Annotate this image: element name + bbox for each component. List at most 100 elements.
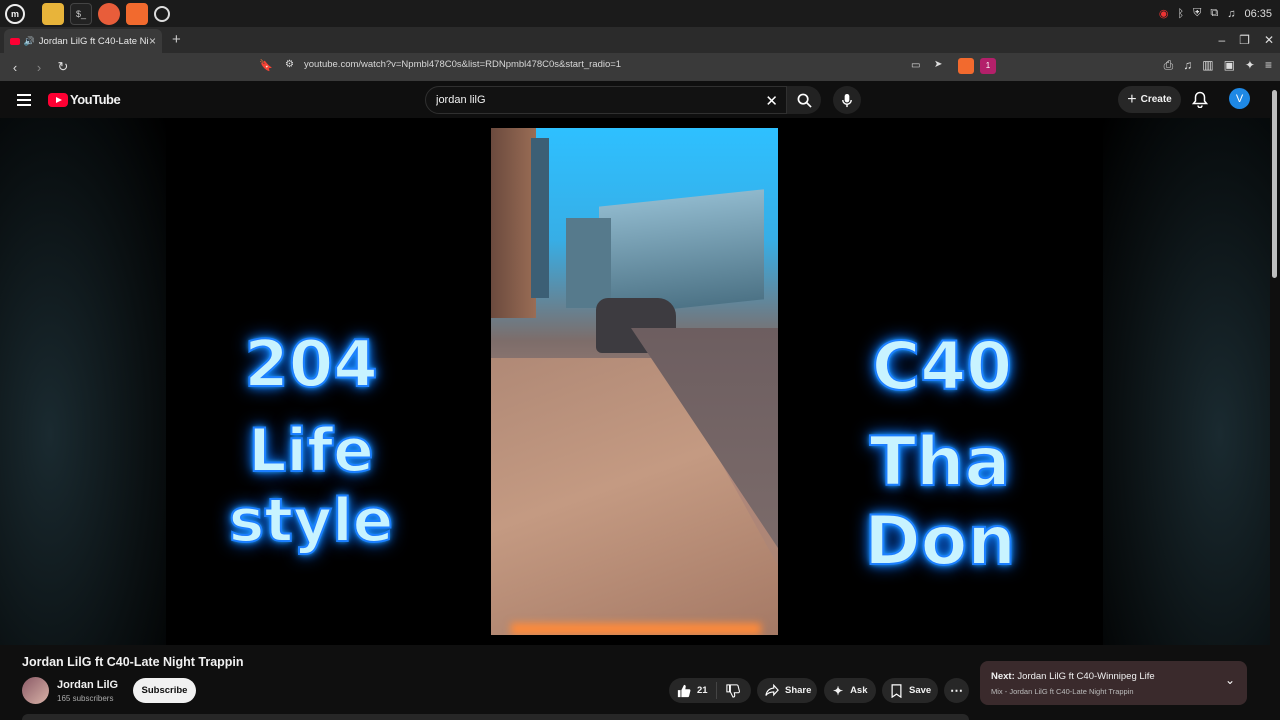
brave-shields-icon[interactable]: [958, 58, 974, 74]
dislike-button[interactable]: [717, 683, 740, 698]
brave-browser-icon[interactable]: [126, 2, 148, 25]
ask-button[interactable]: ✦ Ask: [824, 678, 876, 703]
building-tower: [531, 138, 549, 298]
search-button[interactable]: [787, 86, 821, 114]
thumbs-up-icon: [677, 684, 691, 697]
firefox-icon[interactable]: [98, 2, 120, 25]
terminal-icon[interactable]: $_: [70, 2, 92, 25]
rewards-icon[interactable]: 1: [980, 58, 996, 74]
thumbs-down-icon: [726, 683, 740, 698]
youtube-play-icon: [48, 92, 68, 107]
like-button[interactable]: 21: [669, 682, 717, 699]
share-icon: [765, 684, 779, 697]
next-prefix: Next:: [991, 671, 1015, 682]
next-mix-subtitle: Mix - Jordan LilG ft C40-Late Night Trap…: [991, 687, 1134, 696]
mint-menu-icon[interactable]: m: [5, 3, 25, 24]
overlay-left-line2: Life style: [228, 415, 395, 557]
clear-search-icon[interactable]: ✕: [765, 92, 778, 110]
back-icon[interactable]: ‹: [6, 58, 24, 76]
address-bar: ‹ › ↻ 🔖 ⚙ youtube.com/watch?v=Npmbl478C0…: [0, 53, 1280, 81]
forward-icon[interactable]: ›: [30, 58, 48, 76]
player-blur-right: [1103, 118, 1270, 645]
search-input[interactable]: [434, 93, 754, 107]
save-icon: [891, 683, 902, 698]
os-taskbar: m $_ ◉ ᛒ ⛨ ⧉ ♫ 06:35: [0, 0, 1280, 27]
microphone-icon: [842, 93, 852, 107]
site-info-icon[interactable]: ⚙: [285, 59, 294, 70]
speaker-icon[interactable]: 🔊: [24, 36, 35, 47]
network-icon[interactable]: ⧉: [1210, 7, 1218, 20]
video-frame[interactable]: [491, 128, 778, 635]
plus-icon: +: [1127, 90, 1137, 108]
volume-icon[interactable]: ♫: [1227, 8, 1235, 20]
minimize-icon[interactable]: –: [1218, 33, 1225, 47]
search-icon: [797, 93, 812, 108]
description-bar[interactable]: [22, 714, 969, 720]
subscriber-count: 165 subscribers: [57, 694, 114, 703]
create-button[interactable]: + Create: [1118, 86, 1181, 113]
channel-avatar[interactable]: [22, 677, 49, 704]
share-button[interactable]: Share: [757, 678, 817, 703]
extension-badge: 1: [985, 61, 991, 70]
browser-toolbar-right: ⎙ ♫ ▥ ▣ ✦ ≡: [1164, 58, 1272, 73]
overlay-right-line1: C40: [871, 327, 1013, 406]
wallet-icon[interactable]: ▣: [1224, 58, 1235, 73]
files-folder-icon[interactable]: [42, 2, 64, 25]
close-tab-icon[interactable]: ×: [149, 34, 156, 48]
save-label: Save: [909, 685, 932, 696]
search-box: ✕: [425, 86, 787, 114]
tab-title: Jordan LilG ft C40-Late Nig: [38, 35, 149, 47]
like-count: 21: [697, 685, 708, 696]
notifications-button[interactable]: [1191, 91, 1209, 113]
more-actions-button[interactable]: ⋯: [944, 678, 969, 703]
youtube-logo[interactable]: YouTube: [48, 92, 121, 107]
window-controls: – ❐ ✕: [1218, 29, 1274, 51]
restore-icon[interactable]: ❐: [1239, 33, 1250, 47]
page-scrollbar[interactable]: [1272, 90, 1277, 278]
share-label: Share: [785, 685, 812, 696]
menu-icon[interactable]: ≡: [1265, 58, 1272, 73]
music-icon[interactable]: ♫: [1183, 58, 1192, 73]
bookmark-icon[interactable]: 🔖: [259, 59, 273, 72]
overlay-right-line2: Tha Don: [863, 422, 1017, 582]
overlay-left-line1: 204: [243, 327, 379, 403]
subscribe-button[interactable]: Subscribe: [133, 678, 196, 703]
system-tray: ◉ ᛒ ⛨ ⧉ ♫ 06:35: [1159, 0, 1272, 27]
next-title-text: Jordan LilG ft C40-Winnipeg Life: [1017, 671, 1155, 682]
youtube-logo-text: YouTube: [70, 92, 121, 107]
youtube-header: YouTube ✕ + Create V: [0, 81, 1280, 118]
send-icon[interactable]: ➤: [934, 59, 942, 70]
close-window-icon[interactable]: ✕: [1264, 33, 1274, 47]
leo-ai-icon[interactable]: ✦: [1245, 58, 1255, 73]
guide-menu-icon[interactable]: [17, 94, 31, 109]
orange-glow: [511, 623, 761, 635]
video-title: Jordan LilG ft C40-Late Night Trappin: [22, 655, 244, 669]
bell-icon: [1191, 91, 1209, 109]
next-video-title: Next: Jordan LilG ft C40-Winnipeg Life: [991, 671, 1155, 682]
ask-label: Ask: [850, 685, 868, 696]
player-blur-left: [0, 118, 166, 645]
screenshot-icon[interactable]: ⎙: [1164, 58, 1174, 73]
reload-icon[interactable]: ↻: [54, 58, 72, 76]
building-left: [491, 128, 536, 318]
channel-name[interactable]: Jordan LilG: [57, 679, 118, 691]
save-button[interactable]: Save: [882, 678, 938, 703]
obs-icon[interactable]: [154, 5, 170, 22]
new-tab-button[interactable]: +: [172, 31, 181, 48]
shield-icon[interactable]: ⛨: [1193, 7, 1201, 20]
clock[interactable]: 06:35: [1244, 8, 1272, 20]
url-text[interactable]: youtube.com/watch?v=Npmbl478C0s&list=RDN…: [304, 59, 621, 70]
building-mid: [566, 218, 611, 308]
bluetooth-icon[interactable]: ᛒ: [1178, 8, 1185, 20]
youtube-favicon-icon: [10, 37, 20, 45]
chevron-down-icon[interactable]: ⌄: [1225, 673, 1235, 687]
opera-icon[interactable]: ◉: [1159, 7, 1169, 20]
account-avatar[interactable]: V: [1229, 88, 1250, 109]
video-player[interactable]: 204 Life style C40 Tha Don: [0, 118, 1270, 645]
sidebar-icon[interactable]: ▥: [1202, 58, 1213, 73]
voice-search-button[interactable]: [833, 86, 861, 114]
cast-icon[interactable]: ▭: [911, 60, 920, 71]
sparkle-icon: ✦: [833, 683, 844, 698]
browser-tab-active[interactable]: 🔊 Jordan LilG ft C40-Late Nig ×: [4, 29, 162, 53]
next-video-card[interactable]: Next: Jordan LilG ft C40-Winnipeg Life M…: [980, 661, 1247, 705]
